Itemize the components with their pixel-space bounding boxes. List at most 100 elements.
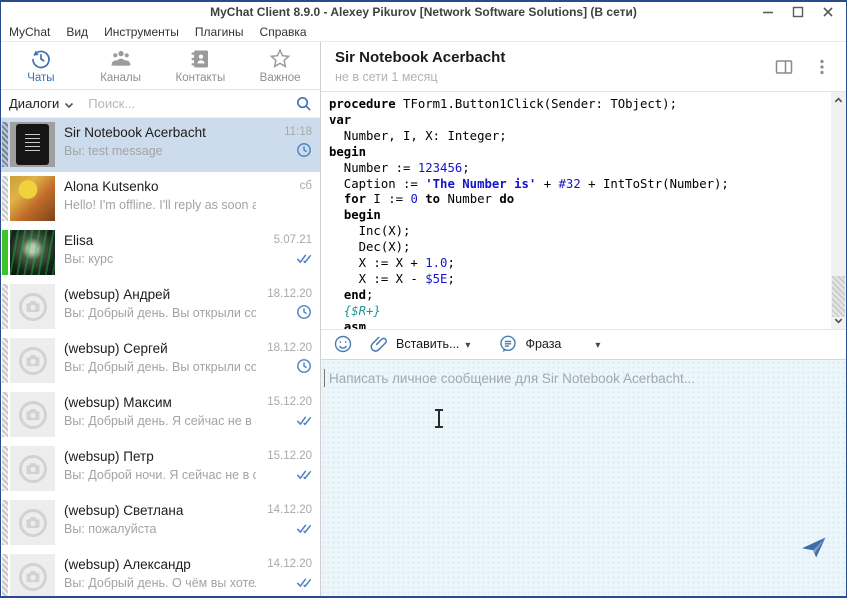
- code-line: Number, I, X: Integer;: [329, 129, 823, 145]
- window-controls: [756, 4, 846, 21]
- code-line: {$R+}: [329, 304, 823, 320]
- chat-name: (websup) Сергей: [64, 341, 256, 356]
- status-stripe: [2, 284, 8, 329]
- chat-last-message: Вы: Добрый день. Я сейчас не в офи...: [64, 414, 256, 428]
- conversation-header-icons: [774, 57, 832, 77]
- toolbar-tab-label: Каналы: [100, 72, 141, 84]
- toolbar-tab-important[interactable]: Важное: [240, 42, 320, 89]
- title-bar: MyChat Client 8.9.0 - Alexey Pikurov [Ne…: [1, 2, 846, 22]
- read-dblcheck-icon: [296, 466, 312, 482]
- send-button[interactable]: [800, 534, 828, 560]
- attach-paperclip-icon[interactable]: [369, 334, 389, 354]
- chat-list-item[interactable]: (websup) Сергей Вы: Добрый день. Вы откр…: [1, 334, 320, 388]
- chat-list-item[interactable]: Alona Kutsenko Hello! I'm offline. I'll …: [1, 172, 320, 226]
- chat-name: Elisa: [64, 233, 256, 248]
- pending-clock-icon: [296, 304, 312, 320]
- phrase-button[interactable]: Фраза: [525, 337, 561, 351]
- pending-clock-icon: [296, 358, 312, 374]
- conversation-status: не в сети 1 месяц: [335, 70, 774, 84]
- menu-item-view[interactable]: Вид: [66, 25, 88, 39]
- mouse-ibeam-cursor: [434, 408, 444, 430]
- conversation-header-texts: Sir Notebook Acerbacht не в сети 1 месяц: [335, 49, 774, 84]
- book-icon: [188, 47, 212, 71]
- split-panel-icon[interactable]: [774, 57, 794, 77]
- emoji-icon[interactable]: [333, 334, 353, 354]
- chat-time: сб: [300, 180, 312, 192]
- main-content: Чаты Каналы Контакты Важное Диалоги Поиск..…: [1, 42, 846, 596]
- kebab-menu-icon[interactable]: [812, 57, 832, 77]
- toolbar-tab-label: Важное: [260, 72, 301, 84]
- status-stripe: [2, 554, 8, 596]
- maximize-button[interactable]: [786, 4, 810, 21]
- conversation-header: Sir Notebook Acerbacht не в сети 1 месяц: [321, 42, 846, 92]
- code-line: X := X - $5E;: [329, 272, 823, 288]
- toolbar-tab-label: Чаты: [27, 72, 54, 84]
- status-stripe: [2, 446, 8, 491]
- messages-scrollbar[interactable]: [831, 92, 846, 329]
- code-line: asm: [329, 320, 823, 329]
- menu-item-tools[interactable]: Инструменты: [104, 25, 179, 39]
- main-toolbar: Чаты Каналы Контакты Важное: [1, 42, 320, 90]
- chevron-down-icon[interactable]: [62, 98, 76, 112]
- chat-name: (websup) Петр: [64, 449, 256, 464]
- scroll-down-icon[interactable]: [831, 313, 846, 328]
- avatar-camera: [10, 338, 55, 383]
- search-icon[interactable]: [295, 95, 312, 112]
- scroll-up-icon[interactable]: [831, 93, 846, 108]
- phrase-bubble-icon[interactable]: [498, 334, 518, 354]
- menu-item-help[interactable]: Справка: [260, 25, 307, 39]
- avatar-naruto: [10, 176, 55, 221]
- chat-list-item[interactable]: (websup) Максим Вы: Добрый день. Я сейча…: [1, 388, 320, 442]
- chat-time: 5.07.21: [274, 234, 312, 246]
- filter-row: Диалоги Поиск...: [1, 90, 320, 118]
- app-window: MyChat Client 8.9.0 - Alexey Pikurov [Ne…: [0, 0, 847, 598]
- minimize-button[interactable]: [756, 4, 780, 21]
- read-dblcheck-icon: [296, 574, 312, 590]
- messages-area: procedure TForm1.Button1Click(Sender: TO…: [321, 92, 846, 329]
- insert-button[interactable]: Вставить...: [396, 337, 459, 351]
- status-stripe: [2, 500, 8, 545]
- close-button[interactable]: [816, 4, 840, 21]
- code-line: Dec(X);: [329, 240, 823, 256]
- status-stripe: [2, 338, 8, 383]
- toolbar-tab-chats[interactable]: Чаты: [1, 42, 81, 89]
- message-input-placeholder: Написать личное сообщение для Sir Notebo…: [329, 371, 695, 386]
- chat-name: (websup) Максим: [64, 395, 256, 410]
- toolbar-tab-label: Контакты: [176, 72, 226, 84]
- chat-name: (websup) Светлана: [64, 503, 256, 518]
- search-input[interactable]: Поиск...: [80, 96, 295, 111]
- chat-list-item[interactable]: (websup) Светлана Вы: пожалуйста 14.12.2…: [1, 496, 320, 550]
- code-block: procedure TForm1.Button1Click(Sender: TO…: [329, 97, 823, 329]
- chat-time: 15.12.20: [267, 396, 312, 408]
- history-icon: [29, 47, 53, 71]
- message-input[interactable]: Написать личное сообщение для Sir Notebo…: [321, 360, 846, 597]
- status-stripe: [2, 230, 8, 275]
- chat-list-item[interactable]: (websup) Александр Вы: Добрый день. О чё…: [1, 550, 320, 596]
- avatar-camera: [10, 554, 55, 596]
- chat-time: 14.12.20: [267, 558, 312, 570]
- conversation-title: Sir Notebook Acerbacht: [335, 49, 774, 66]
- code-line: begin: [329, 208, 823, 224]
- status-stripe: [2, 122, 8, 167]
- composer-toolbar: Вставить... ▾ Фраза ▾: [321, 329, 846, 360]
- read-dblcheck-icon: [296, 412, 312, 428]
- avatar-camera: [10, 284, 55, 329]
- chat-time: 14.12.20: [267, 504, 312, 516]
- toolbar-tab-contacts[interactable]: Контакты: [161, 42, 241, 89]
- scrollbar-thumb[interactable]: [832, 276, 845, 316]
- avatar-camera: [10, 446, 55, 491]
- phrase-caret-down-icon[interactable]: ▾: [595, 340, 600, 351]
- menu-item-plugins[interactable]: Плагины: [195, 25, 244, 39]
- menu-bar: MyChat Вид Инструменты Плагины Справка: [1, 22, 846, 42]
- dialogs-filter-dropdown[interactable]: Диалоги: [9, 96, 59, 111]
- chat-time: 11:18: [284, 126, 312, 138]
- chat-time: 15.12.20: [267, 450, 312, 462]
- insert-caret-down-icon[interactable]: ▾: [465, 340, 470, 351]
- chat-list-item[interactable]: Elisa Вы: курс 5.07.21: [1, 226, 320, 280]
- chat-list-item[interactable]: Sir Notebook Acerbacht Вы: test message …: [1, 118, 320, 172]
- toolbar-tab-channels[interactable]: Каналы: [81, 42, 161, 89]
- chat-list-item[interactable]: (websup) Андрей Вы: Добрый день. Вы откр…: [1, 280, 320, 334]
- chat-list-item[interactable]: (websup) Петр Вы: Доброй ночи. Я сейчас …: [1, 442, 320, 496]
- menu-item-mychat[interactable]: MyChat: [9, 25, 50, 39]
- message-list: procedure TForm1.Button1Click(Sender: TO…: [321, 92, 831, 329]
